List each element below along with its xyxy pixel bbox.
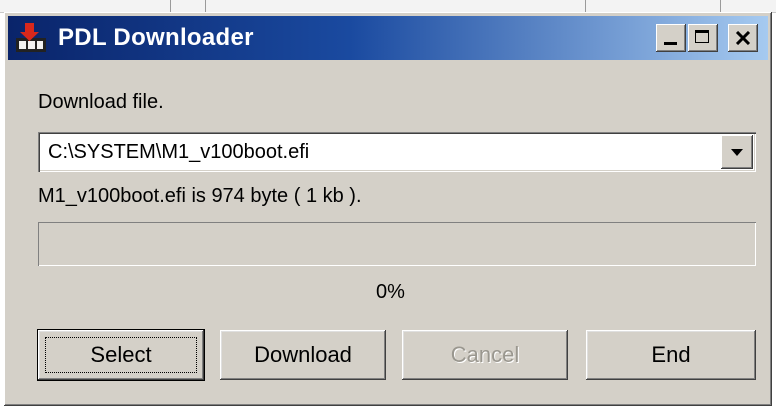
combo-dropdown-button[interactable] (721, 135, 753, 169)
download-progress-bar (38, 222, 756, 266)
maximize-icon (695, 30, 709, 43)
close-icon (735, 31, 751, 45)
chevron-down-icon (731, 149, 743, 156)
window-title: PDL Downloader (58, 24, 254, 51)
maximize-button[interactable] (688, 24, 718, 52)
file-size-info: M1_v100boot.efi is 974 byte ( 1 kb ). (38, 185, 362, 207)
minimize-icon (664, 42, 677, 45)
select-button[interactable]: Select (38, 330, 204, 380)
file-path-value: C:\SYSTEM\M1_v100boot.efi (48, 141, 310, 163)
select-button-label: Select (90, 342, 152, 367)
cancel-button-label: Cancel (450, 342, 520, 367)
download-file-label: Download file. (38, 91, 164, 113)
end-button[interactable]: End (586, 330, 756, 380)
progress-percent: 0% (376, 281, 405, 303)
title-bar[interactable]: PDL Downloader (8, 16, 768, 60)
file-path-combo[interactable]: C:\SYSTEM\M1_v100boot.efi (38, 132, 756, 172)
download-button[interactable]: Download (220, 330, 386, 380)
pdl-downloader-app-icon (16, 23, 46, 52)
close-button[interactable] (728, 24, 758, 52)
cancel-button: Cancel (402, 330, 568, 380)
pdl-downloader-window: PDL Downloader Download file. C:\SYSTEM\… (4, 12, 772, 406)
minimize-button[interactable] (656, 24, 686, 52)
download-button-label: Download (254, 342, 352, 367)
end-button-label: End (651, 342, 691, 367)
